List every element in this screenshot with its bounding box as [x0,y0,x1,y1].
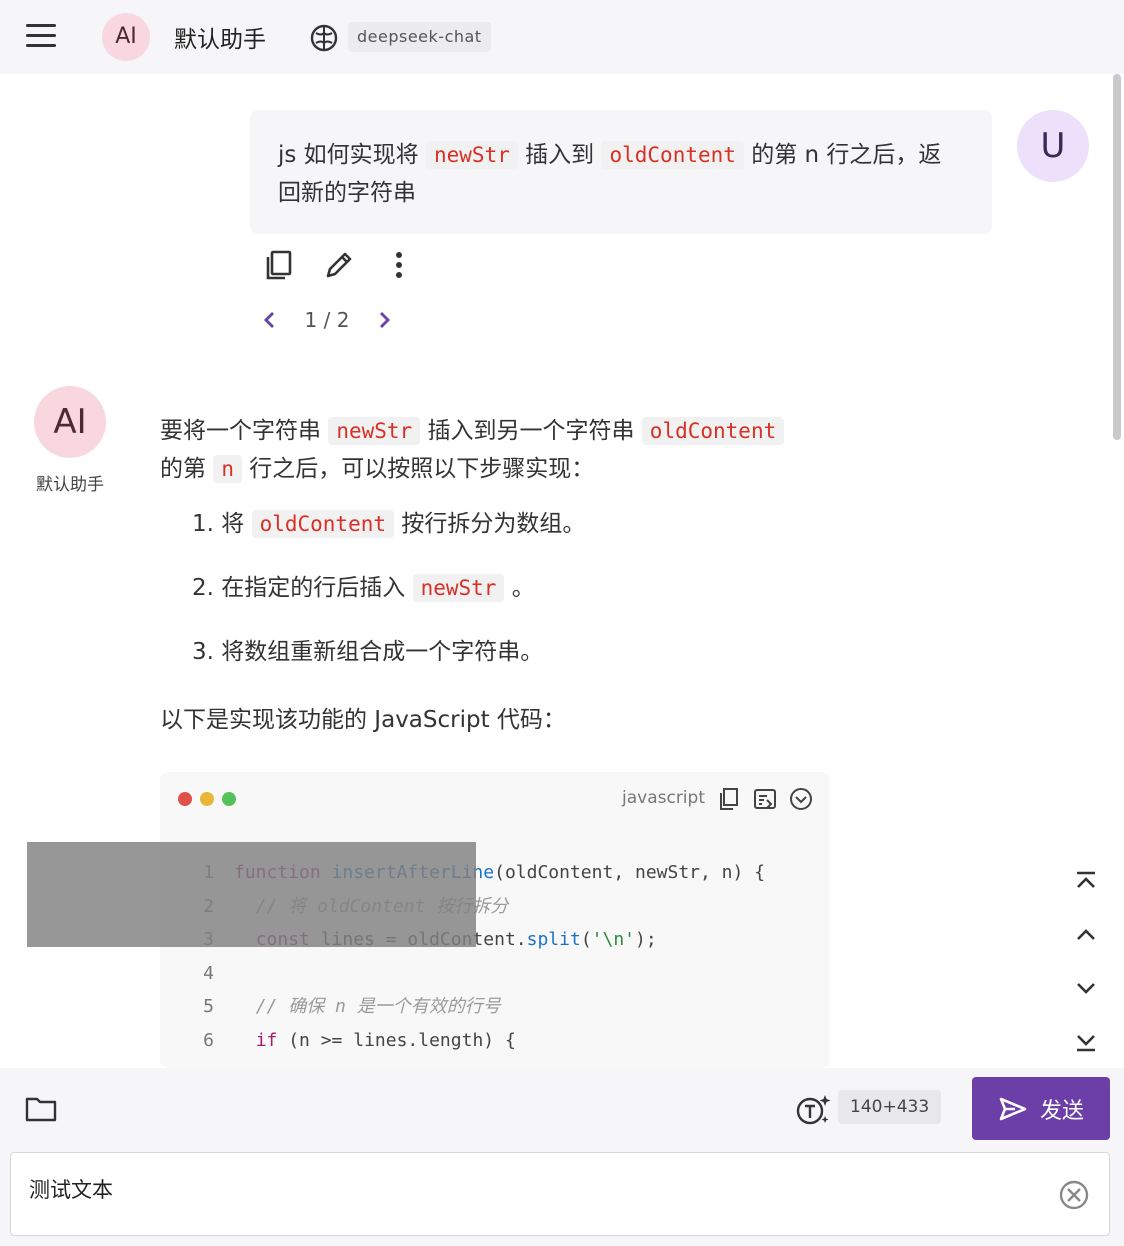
more-options-icon[interactable] [382,248,416,282]
clear-input-icon[interactable] [1057,1178,1091,1212]
assistant-message-avatar[interactable]: AI [34,386,106,458]
chevron-right-icon[interactable] [374,304,396,336]
text: 的第 [160,456,214,482]
chat-scrollbar[interactable] [1112,74,1122,1068]
send-button[interactable]: 发送 [972,1077,1110,1140]
code-token: ); [635,929,657,950]
inline-code: n [213,455,242,483]
user-message-bubble: js 如何实现将 newStr 插入到 oldContent 的第 n 行之后，… [250,110,992,234]
green-dot [222,792,236,806]
list-item: 3. 将数组重新组合成一个字符串。 [192,639,544,665]
user-avatar: U [1017,110,1089,182]
code-token: split [526,929,581,950]
text: 插入到另一个字符串 [420,418,642,444]
assistant-avatar[interactable]: AI [102,13,150,61]
message-toolbar [262,248,416,284]
code-line: 4 [160,957,765,991]
message-pager: 1 / 2 [258,304,396,336]
text: 要将一个字符串 [160,418,329,444]
message-input-box[interactable] [10,1152,1110,1236]
code-language: javascript [622,788,705,808]
scroll-thumb[interactable] [1113,74,1121,440]
scroll-up-icon[interactable] [1070,919,1102,951]
assistant-message-name: 默认助手 [36,475,104,495]
inline-code: oldContent [601,141,744,169]
code-line: 5 // 确保 n 是一个有效的行号 [160,990,765,1024]
red-dot [178,792,192,806]
assistant-message-body: 要将一个字符串 newStr 插入到另一个字符串 oldContent 的第 n… [160,412,860,740]
selection-overlay [27,842,476,947]
code-line: 6 if (n >= lines.length) { [160,1024,765,1058]
scroll-to-top-icon[interactable] [1070,866,1102,898]
user-text: 插入到 [517,142,602,168]
list-item: 1. 将 oldContent 按行拆分为数组。 [192,510,586,538]
code-token: '\n' [591,929,636,950]
page-indicator: 1 / 2 [304,308,350,332]
line-number: 6 [203,1029,214,1051]
model-selector[interactable]: deepseek-chat [348,22,491,52]
text: 行之后，可以按照以下步骤实现： [241,456,595,482]
assistant-paragraph: 要将一个字符串 newStr 插入到另一个字符串 oldContent 的第 n… [160,412,860,488]
copy-code-icon[interactable] [716,786,742,812]
scroll-down-icon[interactable] [1070,972,1102,1004]
folder-icon[interactable] [24,1092,58,1126]
line-number: 4 [203,962,214,984]
assistant-paragraph: 以下是实现该功能的 JavaScript 代码： [160,707,566,733]
line-number: 5 [203,996,214,1017]
top-bar: AI 默认助手 deepseek-chat [0,0,1124,74]
copy-icon[interactable] [262,248,296,282]
yellow-dot [200,792,214,806]
inline-code: oldContent [251,510,395,538]
chevron-left-icon[interactable] [258,304,280,336]
scroll-to-bottom-icon[interactable] [1070,1025,1102,1057]
window-dots [178,792,236,806]
translate-icon[interactable] [794,1092,832,1128]
inline-code: oldContent [641,417,785,445]
token-count: 140+433 [838,1090,942,1124]
inline-code: newStr [412,574,505,602]
code-token: // 确保 n 是一个有效的行号 [255,996,501,1017]
menu-icon[interactable] [24,24,58,50]
model-brain-icon[interactable] [308,22,340,54]
code-token: (n >= lines.length) { [277,1029,516,1051]
code-token: (oldContent, newStr, n) { [494,862,766,883]
collapse-code-icon[interactable] [788,786,814,812]
steps-list: 1. 将 oldContent 按行拆分为数组。 2. 在指定的行后插入 new… [192,504,860,696]
edit-icon[interactable] [322,248,356,282]
inline-code: newStr [426,141,518,169]
send-label: 发送 [1039,1098,1084,1124]
scroll-navigation [1070,866,1102,1078]
code-toolbar [716,786,814,812]
assistant-name: 默认助手 [174,27,266,53]
inline-code: newStr [328,417,421,445]
message-input[interactable] [29,1177,929,1201]
send-icon [999,1097,1027,1120]
code-token: if [255,1029,278,1051]
code-token: ( [580,929,592,950]
download-code-icon[interactable] [752,786,778,812]
list-item: 2. 在指定的行后插入 newStr 。 [192,574,535,602]
user-text: js 如何实现将 [278,142,426,168]
